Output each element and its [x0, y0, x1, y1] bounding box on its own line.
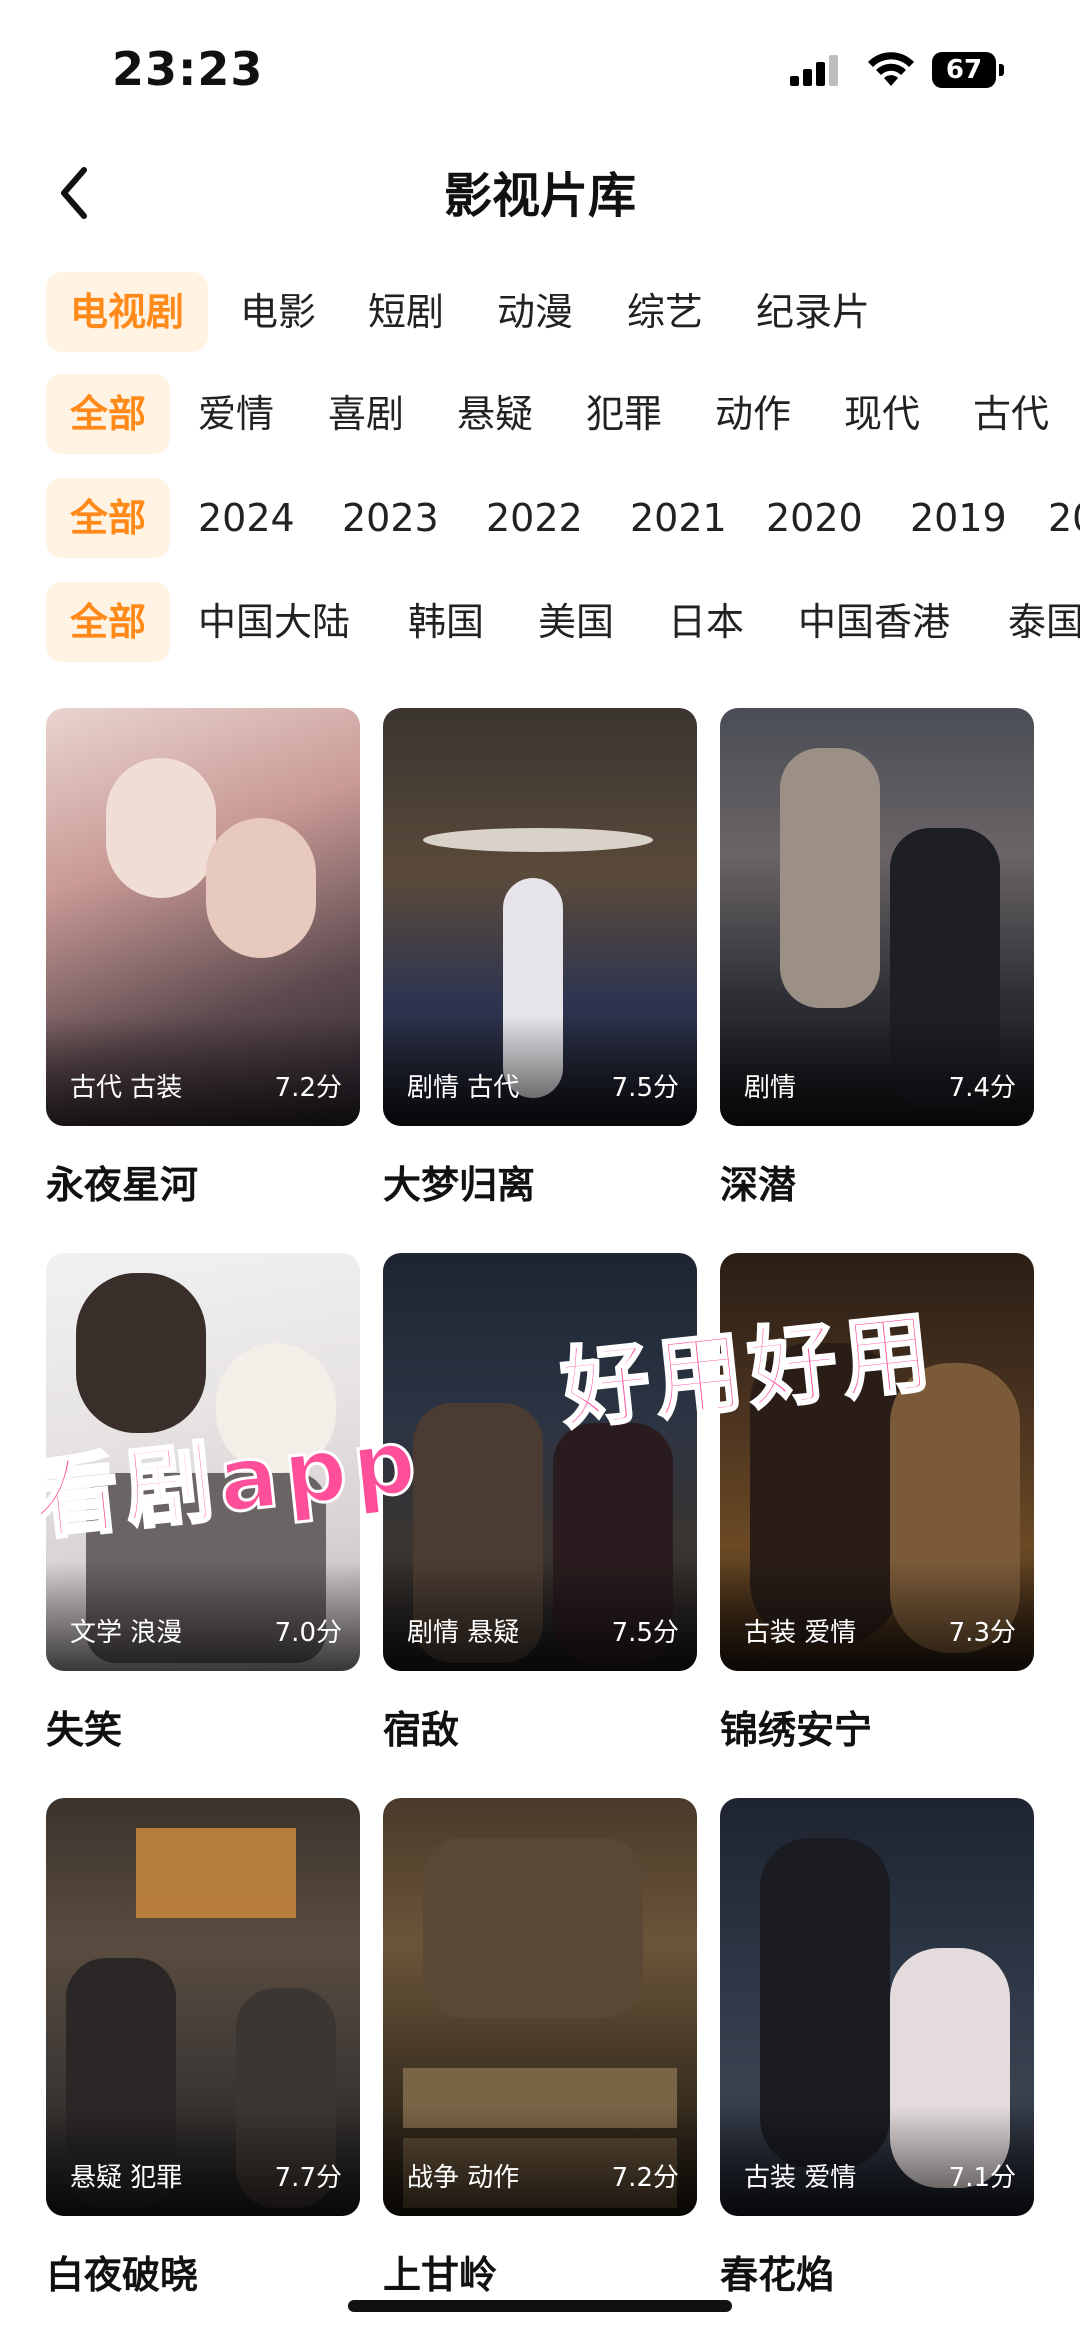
card-tags: 战争 动作 [407, 2163, 520, 2193]
filter-year-2019[interactable]: 2019 [910, 478, 1007, 558]
filter-type-anime[interactable]: 动漫 [497, 272, 573, 352]
filter-region-japan[interactable]: 日本 [668, 582, 744, 662]
card-tags: 古装 爱情 [744, 1618, 857, 1648]
battery-icon: 67 [932, 50, 1004, 90]
filter-year-2022[interactable]: 2022 [486, 478, 583, 558]
filter-region-mainland[interactable]: 中国大陆 [198, 582, 350, 662]
filter-type-documentary[interactable]: 纪录片 [756, 272, 870, 352]
filter-type-movie[interactable]: 电影 [240, 272, 316, 352]
poster-image: 剧情 7.4分 [720, 708, 1034, 1126]
filter-type-short[interactable]: 短剧 [368, 272, 444, 352]
filter-genre-comedy[interactable]: 喜剧 [328, 374, 404, 454]
card-score: 7.1分 [948, 2163, 1016, 2193]
home-indicator[interactable] [348, 2300, 732, 2312]
page-title: 影视片库 [443, 168, 636, 224]
status-time: 23:23 [112, 42, 264, 96]
card-title: 大梦归离 [383, 1163, 536, 1207]
battery-level: 67 [932, 52, 996, 88]
poster-image: 古装 爱情 7.1分 [720, 1798, 1034, 2216]
card-score: 7.2分 [274, 1073, 342, 1103]
cellular-signal-icon [790, 55, 838, 86]
card-title: 上甘岭 [383, 2253, 498, 2297]
filter-year-2021[interactable]: 2021 [630, 478, 727, 558]
card-tags: 剧情 古代 [407, 1073, 520, 1103]
filter-genre-action[interactable]: 动作 [715, 374, 791, 454]
wifi-icon [868, 52, 914, 86]
card-title: 失笑 [46, 1708, 123, 1752]
card-score: 7.5分 [611, 1073, 679, 1103]
filter-year-partial[interactable]: 20 [1048, 478, 1080, 558]
filter-type-tv[interactable]: 电视剧 [46, 272, 209, 352]
card-title: 深潜 [720, 1163, 797, 1207]
filter-year-2024[interactable]: 2024 [198, 478, 295, 558]
filter-region-hongkong[interactable]: 中国香港 [798, 582, 950, 662]
poster-image: 战争 动作 7.2分 [383, 1798, 697, 2216]
filter-genre-romance[interactable]: 爱情 [198, 374, 274, 454]
filter-type-variety[interactable]: 综艺 [627, 272, 703, 352]
card-score: 7.0分 [274, 1618, 342, 1648]
card-tags: 古代 古装 [70, 1073, 183, 1103]
nav-header: 影视片库 [0, 140, 1080, 250]
card-tags: 文学 浪漫 [70, 1618, 183, 1648]
card-tags: 剧情 悬疑 [407, 1618, 520, 1648]
filter-genre-mystery[interactable]: 悬疑 [457, 374, 533, 454]
card-tags: 古装 爱情 [744, 2163, 857, 2193]
card-score: 7.3分 [948, 1618, 1016, 1648]
card-title: 春花焰 [720, 2253, 835, 2297]
filter-row-type: 电视剧 电影 短剧 动漫 综艺 纪录片 [0, 272, 1080, 352]
card-title: 白夜破晓 [46, 2253, 199, 2297]
filter-row-region: 全部 中国大陆 韩国 美国 日本 中国香港 泰国 [0, 582, 1080, 662]
card-title: 宿敌 [383, 1708, 460, 1752]
poster-image: 剧情 古代 7.5分 [383, 708, 697, 1126]
card-title: 永夜星河 [46, 1163, 199, 1207]
filter-year-2020[interactable]: 2020 [766, 478, 863, 558]
card-score: 7.5分 [611, 1618, 679, 1648]
filter-genre-modern[interactable]: 现代 [844, 374, 920, 454]
poster-image: 古代 古装 7.2分 [46, 708, 360, 1126]
filter-genre-crime[interactable]: 犯罪 [586, 374, 662, 454]
card-title: 锦绣安宁 [720, 1708, 873, 1752]
filter-year-all[interactable]: 全部 [46, 478, 171, 558]
poster-image: 悬疑 犯罪 7.7分 [46, 1798, 360, 2216]
filter-region-usa[interactable]: 美国 [538, 582, 614, 662]
filter-region-all[interactable]: 全部 [46, 582, 171, 662]
filter-region-korea[interactable]: 韩国 [408, 582, 484, 662]
card-score: 7.2分 [611, 2163, 679, 2193]
filter-region-thailand[interactable]: 泰国 [1008, 582, 1080, 662]
status-bar: 23:23 67 [0, 0, 1080, 140]
filter-row-year: 全部 2024 2023 2022 2021 2020 2019 20 [0, 478, 1080, 558]
filter-genre-all[interactable]: 全部 [46, 374, 171, 454]
card-tags: 悬疑 犯罪 [70, 2163, 183, 2193]
card-score: 7.4分 [948, 1073, 1016, 1103]
filter-row-genre: 全部 爱情 喜剧 悬疑 犯罪 动作 现代 古代 [0, 374, 1080, 454]
filter-genre-ancient[interactable]: 古代 [973, 374, 1049, 454]
card-score: 7.7分 [274, 2163, 342, 2193]
filter-year-2023[interactable]: 2023 [342, 478, 439, 558]
card-tags: 剧情 [744, 1073, 797, 1103]
